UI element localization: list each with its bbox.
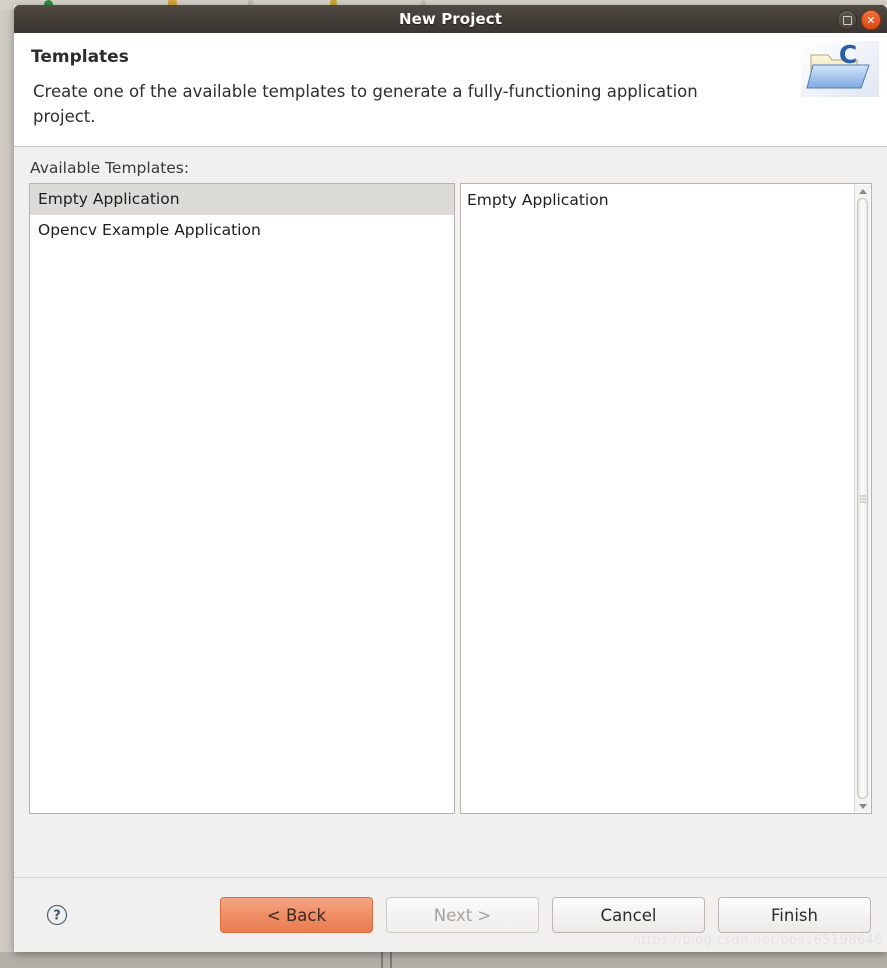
- template-panes: Empty Application Opencv Example Applica…: [29, 183, 872, 814]
- next-button: Next >: [386, 897, 539, 933]
- cancel-button[interactable]: Cancel: [552, 897, 705, 933]
- c-project-folder-icon: C: [801, 40, 879, 97]
- background-tab-mark-1: [381, 952, 383, 968]
- template-description-text: Empty Application: [467, 191, 609, 209]
- dialog-body: Available Templates: Empty Application O…: [14, 147, 887, 877]
- available-templates-label: Available Templates:: [30, 159, 190, 177]
- description-scrollbar[interactable]: [854, 185, 870, 812]
- close-glyph: ✕: [866, 13, 876, 27]
- scrollbar-grip: [859, 495, 866, 502]
- list-item[interactable]: Opencv Example Application: [30, 215, 454, 246]
- page-title: Templates: [31, 47, 129, 67]
- back-button[interactable]: < Back: [220, 897, 373, 933]
- dialog-header: Templates Create one of the available te…: [14, 33, 887, 147]
- svg-text:C: C: [839, 41, 857, 69]
- window-controls: ✕: [837, 10, 881, 30]
- dialog-title: New Project: [399, 10, 502, 28]
- svg-text:?: ?: [53, 909, 61, 924]
- new-project-dialog: New Project ✕ Templates Create one of th…: [14, 5, 887, 952]
- template-description-panel: Empty Application: [460, 183, 872, 814]
- help-question-icon[interactable]: ?: [46, 904, 68, 926]
- page-description: Create one of the available templates to…: [33, 82, 698, 126]
- background-bottom-strip: [0, 952, 887, 968]
- screen-root: New Project ✕ Templates Create one of th…: [0, 0, 887, 968]
- dialog-titlebar[interactable]: New Project ✕: [14, 5, 887, 33]
- scrollbar-thumb[interactable]: [857, 198, 868, 799]
- maximize-glyph: [842, 15, 852, 25]
- templates-list[interactable]: Empty Application Opencv Example Applica…: [29, 183, 455, 814]
- close-icon[interactable]: ✕: [861, 10, 881, 30]
- scroll-down-arrow-icon[interactable]: [855, 800, 870, 812]
- dialog-footer: ? < Back Next > Cancel Finish https://bl…: [14, 877, 887, 952]
- finish-button[interactable]: Finish: [718, 897, 871, 933]
- scroll-up-arrow-icon[interactable]: [855, 185, 870, 197]
- list-item[interactable]: Empty Application: [30, 184, 454, 215]
- background-tab-mark-2: [390, 952, 392, 968]
- maximize-icon[interactable]: [837, 10, 857, 30]
- footer-button-row: < Back Next > Cancel Finish: [220, 897, 871, 933]
- watermark-text: https://blog.csdn.net/bbs165198646: [632, 933, 883, 948]
